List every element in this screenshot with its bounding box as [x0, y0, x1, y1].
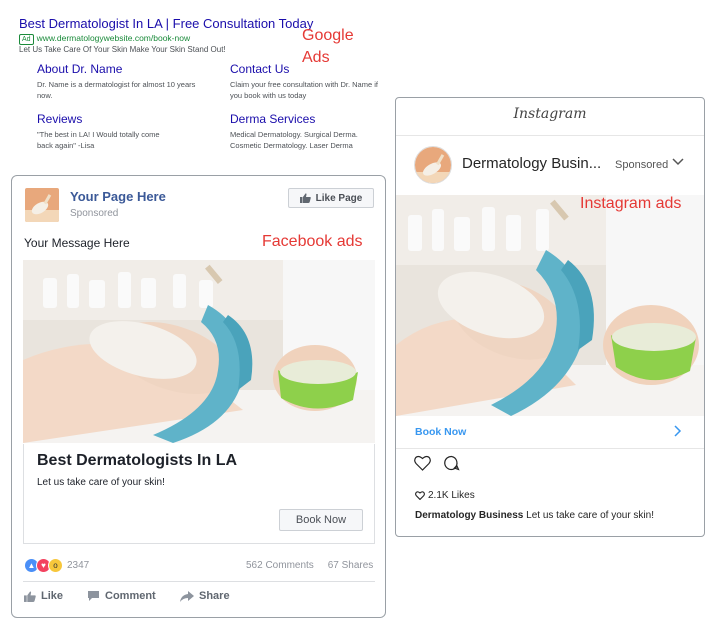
page-name[interactable]: Your Page Here	[70, 189, 166, 204]
share-button[interactable]: Share	[180, 590, 230, 602]
google-ad-url[interactable]: Ad www.dermatologywebsite.com/book-now	[19, 33, 190, 45]
ad-headline[interactable]: Best Dermatologists In LA	[37, 452, 237, 470]
likes-count[interactable]: 2.1K Likes	[415, 490, 475, 501]
like-label: Like	[41, 590, 64, 602]
instagram-ads-label: Instagram ads	[580, 195, 682, 212]
sponsored-label: Sponsored	[70, 208, 119, 219]
sitelink-title[interactable]: Reviews	[37, 112, 162, 126]
comments-count[interactable]: 562 Comments	[246, 560, 314, 571]
post-message: Your Message Here	[24, 236, 130, 250]
engagement-stats: 562 Comments 67 Shares	[246, 560, 373, 571]
account-avatar[interactable]	[414, 146, 452, 184]
chevron-down-icon[interactable]	[672, 158, 684, 166]
avatar-image	[415, 147, 451, 183]
thumbs-up-icon	[299, 193, 311, 203]
book-now-label[interactable]: Book Now	[415, 426, 466, 438]
sitelink-text: Medical Dermatology. Surgical Derma. Cos…	[230, 130, 358, 150]
ad-badge: Ad	[19, 34, 34, 45]
book-now-cta[interactable]: Book Now	[396, 416, 704, 449]
share-label: Share	[199, 590, 230, 602]
like-button[interactable]: Like	[24, 590, 63, 602]
reaction-count: 2347	[67, 560, 90, 571]
page-avatar[interactable]	[25, 188, 59, 222]
google-ad-description: Let Us Take Care Of Your Skin Make Your …	[19, 45, 226, 54]
wow-reaction-icon: o	[48, 558, 63, 573]
facebook-ads-label: Facebook ads	[262, 233, 363, 250]
ad-link-box[interactable]: Best Dermatologists In LA Let us take ca…	[23, 444, 375, 544]
heart-small-icon	[415, 491, 425, 500]
sitelink-text: Dr. Name is a dermatologist for almost 1…	[37, 80, 196, 100]
google-ads-label: Google Ads	[302, 27, 354, 66]
like-page-label: Like Page	[315, 192, 363, 204]
sitelink-text: Claim your free consultation with Dr. Na…	[230, 80, 378, 100]
sitelink-derma-services[interactable]: Derma Services Medical Dermatology. Surg…	[230, 112, 380, 151]
reactions-summary[interactable]: ▲ ♥ o 2347	[24, 558, 89, 573]
post-actions	[414, 455, 460, 471]
divider	[396, 135, 704, 136]
caption-account[interactable]: Dermatology Business	[415, 510, 523, 521]
comment-icon[interactable]	[443, 455, 460, 471]
avatar-image	[25, 188, 59, 222]
like-page-button[interactable]: Like Page	[288, 188, 374, 208]
likes-label: 2.1K Likes	[428, 490, 475, 501]
instagram-logo: Instagram	[513, 106, 587, 122]
ad-description: Let us take care of your skin!	[37, 477, 165, 488]
heart-icon[interactable]	[414, 455, 431, 471]
book-now-button[interactable]: Book Now	[279, 509, 363, 531]
comment-button[interactable]: Comment	[87, 590, 156, 602]
thumbs-up-icon	[24, 590, 36, 602]
post-caption: Dermatology Business Let us take care of…	[415, 510, 654, 521]
account-name[interactable]: Dermatology Busin...	[462, 155, 601, 172]
comment-label: Comment	[105, 590, 156, 602]
sitelink-title[interactable]: Derma Services	[230, 112, 380, 126]
shares-count[interactable]: 67 Shares	[328, 560, 374, 571]
sponsored-label: Sponsored	[615, 159, 669, 171]
google-ad-url-text[interactable]: www.dermatologywebsite.com/book-now	[37, 33, 191, 43]
sitelink-about[interactable]: About Dr. Name Dr. Name is a dermatologi…	[37, 62, 197, 101]
sitelink-text: "The best in LA! I Would totally come ba…	[37, 130, 160, 150]
facial-treatment-photo	[396, 195, 704, 416]
chevron-right-icon[interactable]	[674, 425, 682, 437]
google-ad-title[interactable]: Best Dermatologist In LA | Free Consulta…	[19, 16, 313, 31]
caption-text: Let us take care of your skin!	[526, 510, 654, 521]
facial-treatment-photo	[23, 260, 375, 443]
instagram-ad-card: Instagram Dermatology Busin... Sponsored	[395, 97, 705, 537]
sitelink-reviews[interactable]: Reviews "The best in LA! I Would totally…	[37, 112, 162, 151]
ad-image[interactable]	[396, 195, 704, 416]
comment-icon	[88, 591, 99, 601]
sitelink-title[interactable]: About Dr. Name	[37, 62, 197, 76]
ad-image[interactable]	[23, 260, 375, 443]
share-icon	[180, 590, 194, 602]
divider	[23, 581, 375, 582]
